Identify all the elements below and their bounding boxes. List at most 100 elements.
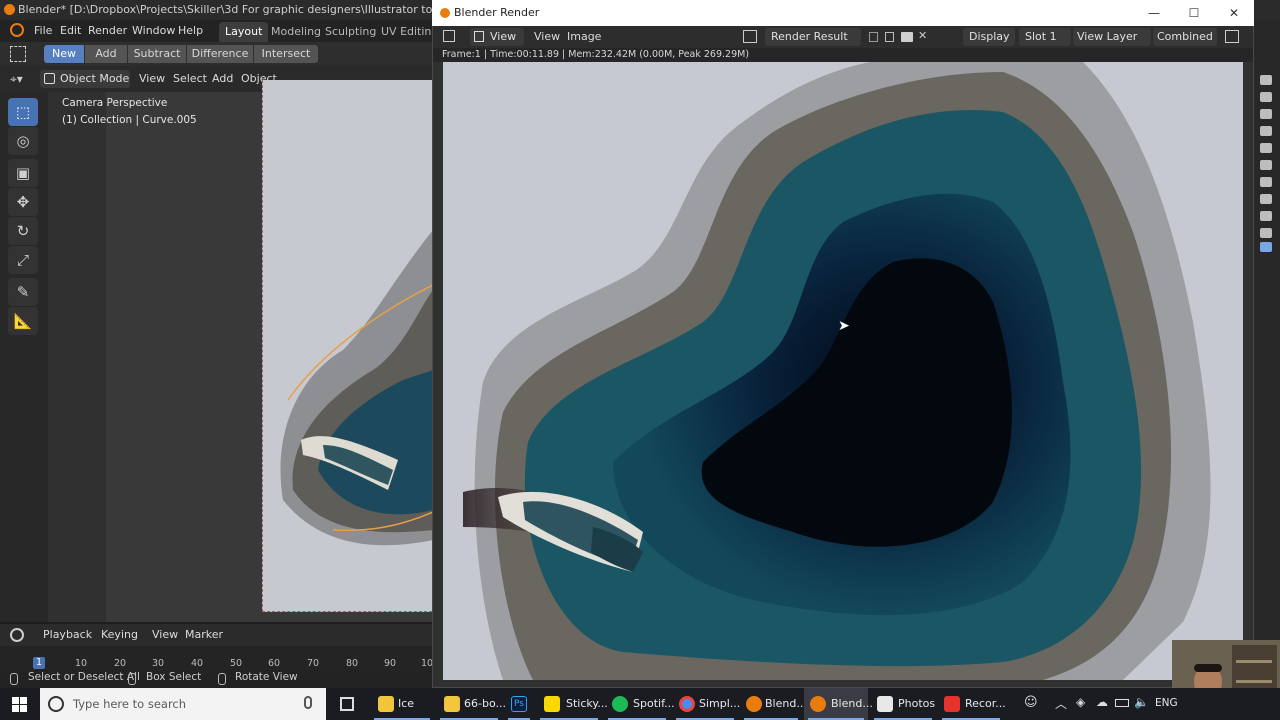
move-arrows-icon[interactable]: ✥: [8, 188, 38, 216]
camera-icon[interactable]: [1260, 143, 1272, 153]
bool-subtract-button[interactable]: Subtract: [128, 45, 186, 63]
status-rotate-hint: Rotate View: [235, 671, 298, 683]
render-menu-view[interactable]: View: [534, 29, 560, 45]
object-mode-icon: [44, 73, 55, 84]
unlink-icon[interactable]: ✕: [918, 29, 927, 42]
tray-chevron-icon[interactable]: ︿: [1055, 695, 1067, 712]
cursor-icon[interactable]: ◎: [8, 127, 38, 155]
folder-icon: [444, 696, 460, 712]
camera-icon[interactable]: [1260, 92, 1272, 102]
menu-render[interactable]: Render: [88, 23, 127, 39]
camera-icon[interactable]: [1260, 177, 1272, 187]
current-frame-indicator[interactable]: 1: [33, 657, 45, 669]
windows-start-icon[interactable]: [12, 697, 27, 712]
camera-icon[interactable]: [1260, 211, 1272, 221]
taskbar-sticky-notes[interactable]: Sticky...: [536, 688, 608, 720]
blender-menu-icon[interactable]: [10, 23, 24, 37]
menu-window[interactable]: Window: [132, 23, 175, 39]
pass-dropdown[interactable]: Combined: [1153, 28, 1217, 46]
select-tool-icon[interactable]: [10, 46, 26, 62]
menu-edit[interactable]: Edit: [60, 23, 81, 39]
taskbar-label: Blend...: [765, 697, 807, 710]
language-indicator[interactable]: ENG: [1155, 697, 1178, 709]
scale-icon[interactable]: ⤢: [8, 246, 38, 274]
battery-icon[interactable]: [1115, 699, 1129, 707]
timeline-menu-playback[interactable]: Playback: [43, 627, 92, 643]
chrome-icon: [679, 696, 695, 712]
bool-add-button[interactable]: Add: [85, 45, 127, 63]
taskbar-blender-2[interactable]: Blend...: [804, 688, 873, 720]
camera-icon[interactable]: [1260, 126, 1272, 136]
measure-icon[interactable]: 📐: [8, 307, 38, 335]
mouse-cursor-icon: ➤: [838, 318, 850, 334]
task-view-icon[interactable]: [340, 697, 354, 711]
close-button[interactable]: ✕: [1214, 0, 1254, 26]
render-menu-image[interactable]: Image: [567, 29, 601, 45]
viewport-menu-view[interactable]: View: [139, 71, 165, 87]
volume-icon[interactable]: 🔈: [1134, 695, 1149, 709]
people-icon[interactable]: ☺: [1024, 695, 1038, 710]
microphone-icon[interactable]: [304, 696, 312, 709]
rotate-icon[interactable]: ↻: [8, 217, 38, 245]
camera-icon[interactable]: [1260, 160, 1272, 170]
image-editor-type-icon[interactable]: [443, 30, 455, 42]
minimize-button[interactable]: —: [1134, 0, 1174, 26]
taskbar-photos[interactable]: Photos: [870, 688, 936, 720]
taskbar-recorder[interactable]: Recor...: [938, 688, 1006, 720]
image-editor-header: View View Image Render Result ✕ Display …: [433, 26, 1253, 48]
taskbar-label: Simpl...: [699, 697, 741, 710]
tab-sculpting[interactable]: Sculpting: [319, 22, 382, 42]
status-select-hint: Select or Deselect All: [28, 671, 140, 683]
render-window-title-bar: Blender Render — ☐ ✕: [432, 0, 1254, 26]
object-mode-dropdown[interactable]: Object Mode: [40, 70, 130, 88]
camera-icon[interactable]: [1260, 75, 1272, 85]
render-result-image[interactable]: ➤: [443, 62, 1243, 680]
maximize-button[interactable]: ☐: [1174, 0, 1214, 26]
taskbar-photoshop[interactable]: Ps: [504, 688, 534, 720]
boolean-toolbar: New Add Subtract Difference Intersect: [0, 42, 432, 66]
folder-icon[interactable]: [901, 32, 913, 42]
display-dropdown[interactable]: Display: [963, 28, 1015, 46]
bool-new-button[interactable]: New: [44, 45, 84, 63]
view-layer-dropdown[interactable]: View Layer: [1073, 28, 1151, 46]
taskbar-search-box[interactable]: Type here to search: [40, 688, 326, 720]
camera-icon[interactable]: [1260, 228, 1272, 238]
camera-icon[interactable]: [1260, 109, 1272, 119]
tab-modeling[interactable]: Modeling: [265, 22, 327, 42]
timeline-track[interactable]: 1 10 20 30 40 50 60 70 80 90 10: [0, 646, 433, 670]
render-result-field[interactable]: Render Result: [765, 28, 861, 46]
viewport-menu-add[interactable]: Add: [212, 71, 233, 87]
editor-type-icon[interactable]: ⌖▾: [10, 72, 28, 86]
taskbar-blender-1[interactable]: Blend...: [740, 688, 807, 720]
camera-icon[interactable]: [1260, 194, 1272, 204]
tab-layout[interactable]: Layout: [219, 22, 269, 42]
blender-icon: [810, 696, 826, 712]
bool-intersect-button[interactable]: Intersect: [254, 45, 318, 63]
dropbox-icon[interactable]: ◈: [1076, 695, 1085, 709]
timeline-menu-marker[interactable]: Marker: [185, 627, 223, 643]
move-icon[interactable]: ▣: [8, 159, 38, 187]
timeline-menu-keying[interactable]: Keying: [101, 627, 138, 643]
duplicate-icon[interactable]: [885, 32, 894, 42]
taskbar-ice-folder[interactable]: Ice: [370, 688, 434, 720]
camera-icon[interactable]: [1260, 242, 1272, 252]
viewport-side-region: [48, 92, 106, 622]
annotate-icon[interactable]: ✎: [8, 278, 38, 306]
menu-help[interactable]: Help: [178, 23, 203, 39]
clock-icon[interactable]: [10, 628, 24, 642]
bool-difference-button[interactable]: Difference: [187, 45, 253, 63]
menu-file[interactable]: File: [34, 23, 52, 39]
slot-dropdown[interactable]: Slot 1: [1019, 28, 1071, 46]
taskbar-66-folder[interactable]: 66-bo...: [436, 688, 506, 720]
scopes-icon[interactable]: [1225, 30, 1239, 43]
view-dropdown[interactable]: View: [470, 28, 524, 46]
select-box-icon[interactable]: ⬚: [8, 98, 38, 126]
cloud-icon[interactable]: ☁: [1096, 695, 1108, 709]
taskbar-chrome[interactable]: Simpl...: [672, 688, 741, 720]
copy-icon[interactable]: [869, 32, 878, 42]
timeline-menu-view[interactable]: View: [152, 627, 178, 643]
image-browse-icon[interactable]: [743, 30, 757, 43]
viewport-menu-select[interactable]: Select: [173, 71, 207, 87]
taskbar-label: Blend...: [831, 697, 873, 710]
taskbar-spotify[interactable]: Spotif...: [604, 688, 675, 720]
